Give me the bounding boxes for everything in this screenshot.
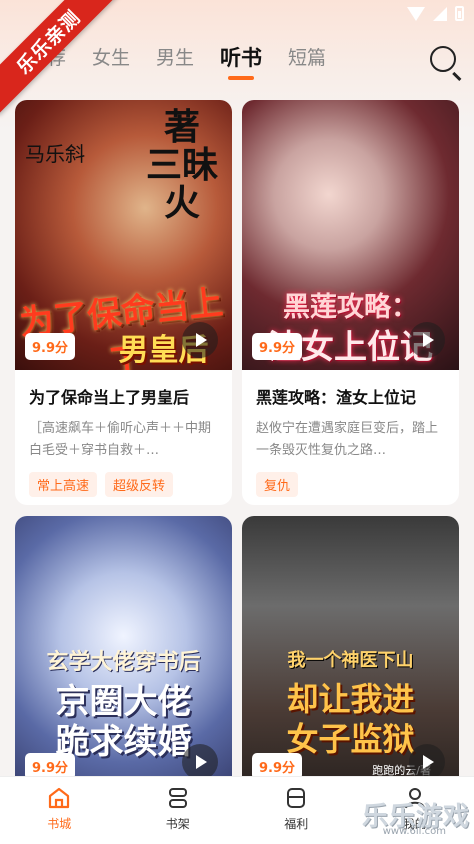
nav-label: 书城 [47,817,72,831]
battery-icon [455,6,464,21]
cover-title-line: 黑莲攻略： [283,292,418,323]
play-icon [423,333,434,347]
nav-label: 福利 [284,817,309,831]
tab-male[interactable]: 男生 [156,44,194,80]
book-tag[interactable]: 复仇 [256,472,299,497]
play-icon [196,333,207,347]
tab-female[interactable]: 女生 [92,44,130,80]
book-title[interactable]: 黑莲攻略：渣女上位记 [242,370,459,408]
book-cover[interactable]: 我一个神医下山 却让我进 女子监狱 跑跑的云/著 9.9分 [242,516,459,816]
wifi-icon [407,6,425,21]
book-card[interactable]: 我一个神医下山 却让我进 女子监狱 跑跑的云/著 9.9分 [242,516,459,816]
cover-badge: 著 三昧火 [145,106,218,224]
cover-title-line: 我一个神医下山 [287,650,414,671]
signal-icon [433,6,447,21]
book-title[interactable]: 为了保命当上了男皇后 [15,370,232,408]
nav-welfare[interactable]: 福利 [256,785,336,832]
book-description: 赵攸宁在遭遇家庭巨变后，踏上一条毁灭性复仇之路… [256,421,439,458]
play-icon [196,755,207,769]
cover-author: 马乐斜 [25,142,85,166]
book-card[interactable]: 玄学大佬穿书后 京圈大佬 跪求续婚 9.9分 [15,516,232,816]
nav-label: 书架 [165,817,190,831]
cover-title-line: 玄学大佬穿书后 [46,649,201,675]
bookshelf-icon [168,788,187,808]
play-button[interactable] [409,744,445,780]
play-button[interactable] [182,322,218,358]
category-tabs: 推荐 女生 男生 听书 短篇 [28,44,326,80]
book-card[interactable]: 马乐斜 著 三昧火 为了保命当上了 男皇后 9.9分 为了保命当上了男皇后 ［高… [15,100,232,505]
tab-short[interactable]: 短篇 [288,44,326,80]
book-tag[interactable]: 常上高速 [29,472,98,497]
play-icon [423,755,434,769]
book-description: ［高速飙车＋偷听心声＋＋中期白毛受＋穿书自救＋… [29,421,212,458]
play-button[interactable] [182,744,218,780]
score-badge: 9.9分 [25,333,76,360]
nav-bookshelf[interactable]: 书架 [138,785,218,832]
book-cover[interactable]: 黑莲攻略： 渣女上位记 9.9分 [242,100,459,370]
book-card[interactable]: 黑莲攻略： 渣女上位记 9.9分 黑莲攻略：渣女上位记 赵攸宁在遭遇家庭巨变后，… [242,100,459,505]
tab-audiobook[interactable]: 听书 [220,44,262,80]
play-button[interactable] [409,322,445,358]
book-cover[interactable]: 马乐斜 著 三昧火 为了保命当上了 男皇后 9.9分 [15,100,232,370]
watermark-url: www.6ll.com [382,826,446,837]
home-icon [49,787,70,809]
gift-icon [287,788,306,808]
book-cover[interactable]: 玄学大佬穿书后 京圈大佬 跪求续婚 9.9分 [15,516,232,816]
book-tag[interactable]: 超级反转 [105,472,174,497]
nav-bookstore[interactable]: 书城 [19,785,99,832]
search-icon[interactable] [430,46,456,72]
score-badge: 9.9分 [252,333,303,360]
